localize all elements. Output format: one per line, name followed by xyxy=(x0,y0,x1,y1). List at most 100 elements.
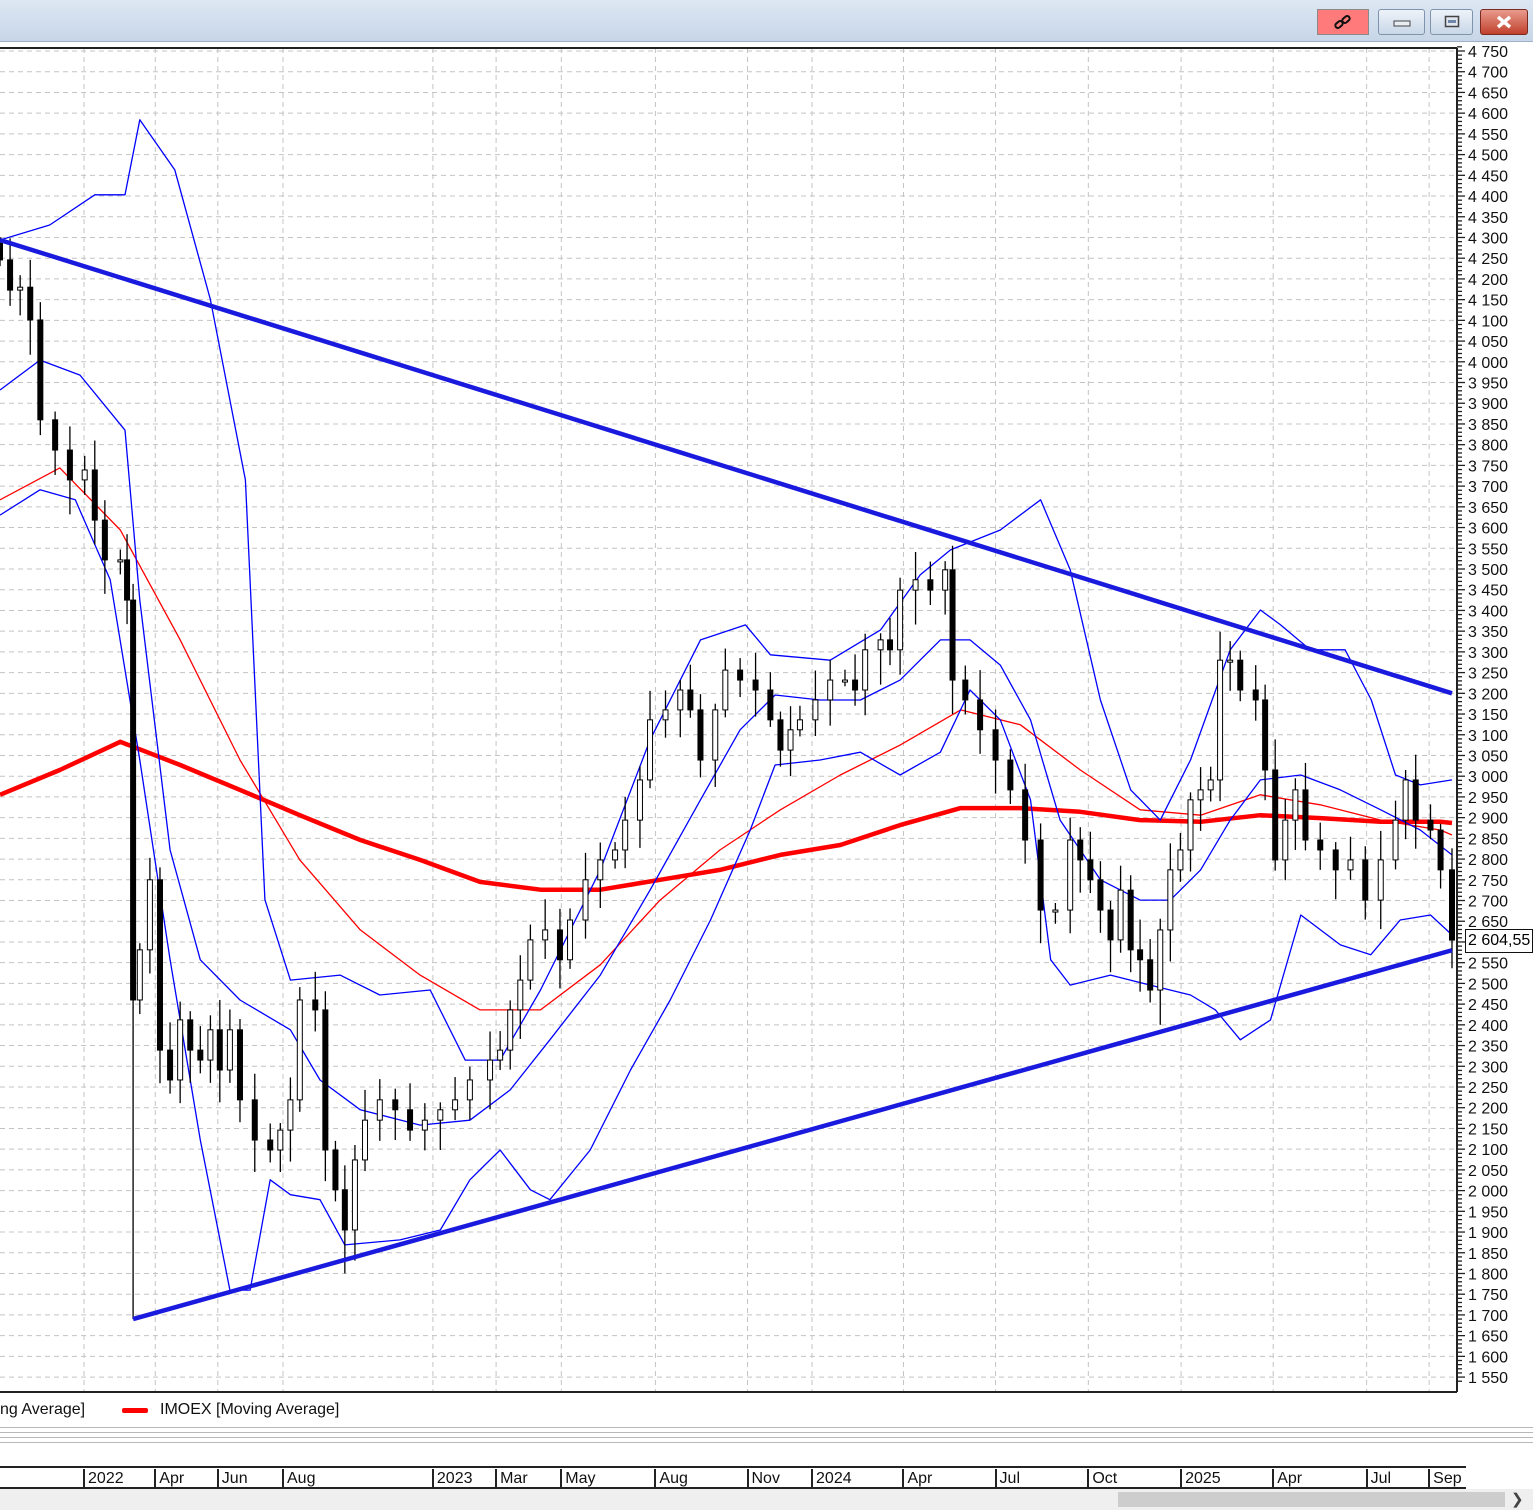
candle-up xyxy=(1292,789,1299,821)
y-tick-label: 1 550 xyxy=(1468,1370,1508,1387)
candle-up xyxy=(117,559,124,563)
x-tick-label: Aug xyxy=(282,1469,315,1488)
candle-up xyxy=(662,709,669,721)
candle-down xyxy=(1449,869,1455,941)
candle-down xyxy=(962,679,969,701)
y-tick-label: 2 450 xyxy=(1468,997,1508,1014)
horizontal-scrollbar[interactable]: ❯ xyxy=(0,1489,1533,1510)
candle-up xyxy=(81,469,88,481)
y-tick-label: 4 050 xyxy=(1468,334,1508,351)
candle-down xyxy=(7,259,14,291)
candle-down xyxy=(1087,859,1094,881)
candle-down xyxy=(927,579,934,591)
y-tick-label: 2 300 xyxy=(1468,1059,1508,1076)
candle-up xyxy=(677,689,684,711)
x-tick-label: 2025 xyxy=(1180,1469,1221,1488)
candle-up xyxy=(1177,849,1184,871)
candle-up xyxy=(287,1099,294,1131)
y-tick-label: 3 850 xyxy=(1468,417,1508,434)
candle-down xyxy=(1427,819,1434,831)
y-axis: 4 750 4 700 4 650 4 600 4 550 4 500 4 450 4 400… xyxy=(1457,44,1508,1387)
legend-label-ma: IMOEX [Moving Average] xyxy=(160,1401,340,1418)
y-tick-label: 3 450 xyxy=(1468,583,1508,600)
scroll-right-arrow-icon[interactable]: ❯ xyxy=(1511,1490,1524,1508)
candle-down xyxy=(767,689,774,721)
candle-down xyxy=(1272,769,1279,861)
y-tick-label: 4 000 xyxy=(1468,355,1508,372)
y-tick-label: 3 500 xyxy=(1468,562,1508,579)
y-tick-label: 2 800 xyxy=(1468,852,1508,869)
y-tick-label: 1 850 xyxy=(1468,1246,1508,1263)
y-tick-label: 1 650 xyxy=(1468,1329,1508,1346)
candle-down xyxy=(1302,789,1309,841)
y-tick-label: 1 900 xyxy=(1468,1225,1508,1242)
candle-up xyxy=(712,709,719,761)
candle-up xyxy=(582,879,589,921)
candle-up xyxy=(622,819,629,851)
y-tick-label: 3 200 xyxy=(1468,686,1508,703)
y-tick-label: 1 950 xyxy=(1468,1204,1508,1221)
y-tick-label: 4 250 xyxy=(1468,251,1508,268)
candle-down xyxy=(852,679,859,691)
divider xyxy=(0,1427,1533,1428)
candle-up xyxy=(647,719,654,781)
candle-up xyxy=(1392,819,1399,861)
candle-up xyxy=(877,639,884,651)
y-tick-label: 4 700 xyxy=(1468,65,1508,82)
divider xyxy=(0,1432,1533,1433)
candle-down xyxy=(332,1149,339,1191)
candle-down xyxy=(687,689,694,711)
candle-down xyxy=(1097,879,1104,911)
y-tick-label: 1 750 xyxy=(1468,1287,1508,1304)
candle-up xyxy=(787,729,794,751)
candle-down xyxy=(37,319,44,421)
scrollbar-thumb[interactable] xyxy=(1118,1492,1505,1507)
candle-up xyxy=(636,779,643,821)
y-tick-label: 4 150 xyxy=(1468,293,1508,310)
candle-up xyxy=(1117,889,1124,941)
candle-up xyxy=(1167,869,1174,931)
y-tick-label: 3 800 xyxy=(1468,438,1508,455)
candle-down xyxy=(216,1029,223,1071)
legend-label-band: ng Average] xyxy=(0,1401,86,1418)
y-tick-label: 2 500 xyxy=(1468,976,1508,993)
y-tick-label: 1 700 xyxy=(1468,1308,1508,1325)
candle-down xyxy=(27,286,34,321)
candle-up xyxy=(542,929,549,941)
candle-down xyxy=(392,1099,399,1111)
candle-up xyxy=(17,286,24,291)
x-tick-label: 2022 xyxy=(83,1469,124,1488)
candle-down xyxy=(1362,859,1369,901)
candle-up xyxy=(1227,659,1234,663)
y-tick-label: 4 100 xyxy=(1468,313,1508,330)
legend: ng Average] IMOEX [Moving Average] xyxy=(0,1398,1533,1424)
candle-up xyxy=(1207,779,1214,791)
x-tick-label: Jun xyxy=(216,1469,248,1488)
candle-down xyxy=(1317,839,1324,851)
candle-up xyxy=(146,879,153,951)
candle-down xyxy=(91,469,98,521)
candle-down xyxy=(236,1029,243,1101)
candle-down xyxy=(1412,779,1419,821)
y-tick-label: 2 550 xyxy=(1468,956,1508,973)
y-tick-label: 3 550 xyxy=(1468,541,1508,558)
y-tick-label: 3 400 xyxy=(1468,603,1508,620)
x-tick-label: Jul xyxy=(1365,1469,1391,1488)
candle-down xyxy=(1147,959,1154,991)
grid xyxy=(0,48,1457,1392)
y-tick-label: 4 300 xyxy=(1468,230,1508,247)
y-tick-label: 2 200 xyxy=(1468,1101,1508,1118)
candle-down xyxy=(556,929,563,961)
candle-up xyxy=(296,999,303,1101)
y-tick-label: 2 000 xyxy=(1468,1184,1508,1201)
price-chart: 4 750 4 700 4 650 4 600 4 550 4 500 4 450 4 400… xyxy=(0,44,1508,1393)
y-tick-label: 2 700 xyxy=(1468,894,1508,911)
x-tick-label: May xyxy=(560,1469,596,1488)
x-axis: 2022 Apr Jun Aug 2023 Mar May Aug Nov 2024 Apr Jul O… xyxy=(0,1466,1466,1489)
candle-up xyxy=(376,1099,383,1121)
candle-up xyxy=(841,679,848,683)
y-tick-label: 2 150 xyxy=(1468,1121,1508,1138)
y-tick-label: 4 350 xyxy=(1468,210,1508,227)
candle-up xyxy=(466,1079,473,1101)
y-tick-label: 1 600 xyxy=(1468,1349,1508,1366)
